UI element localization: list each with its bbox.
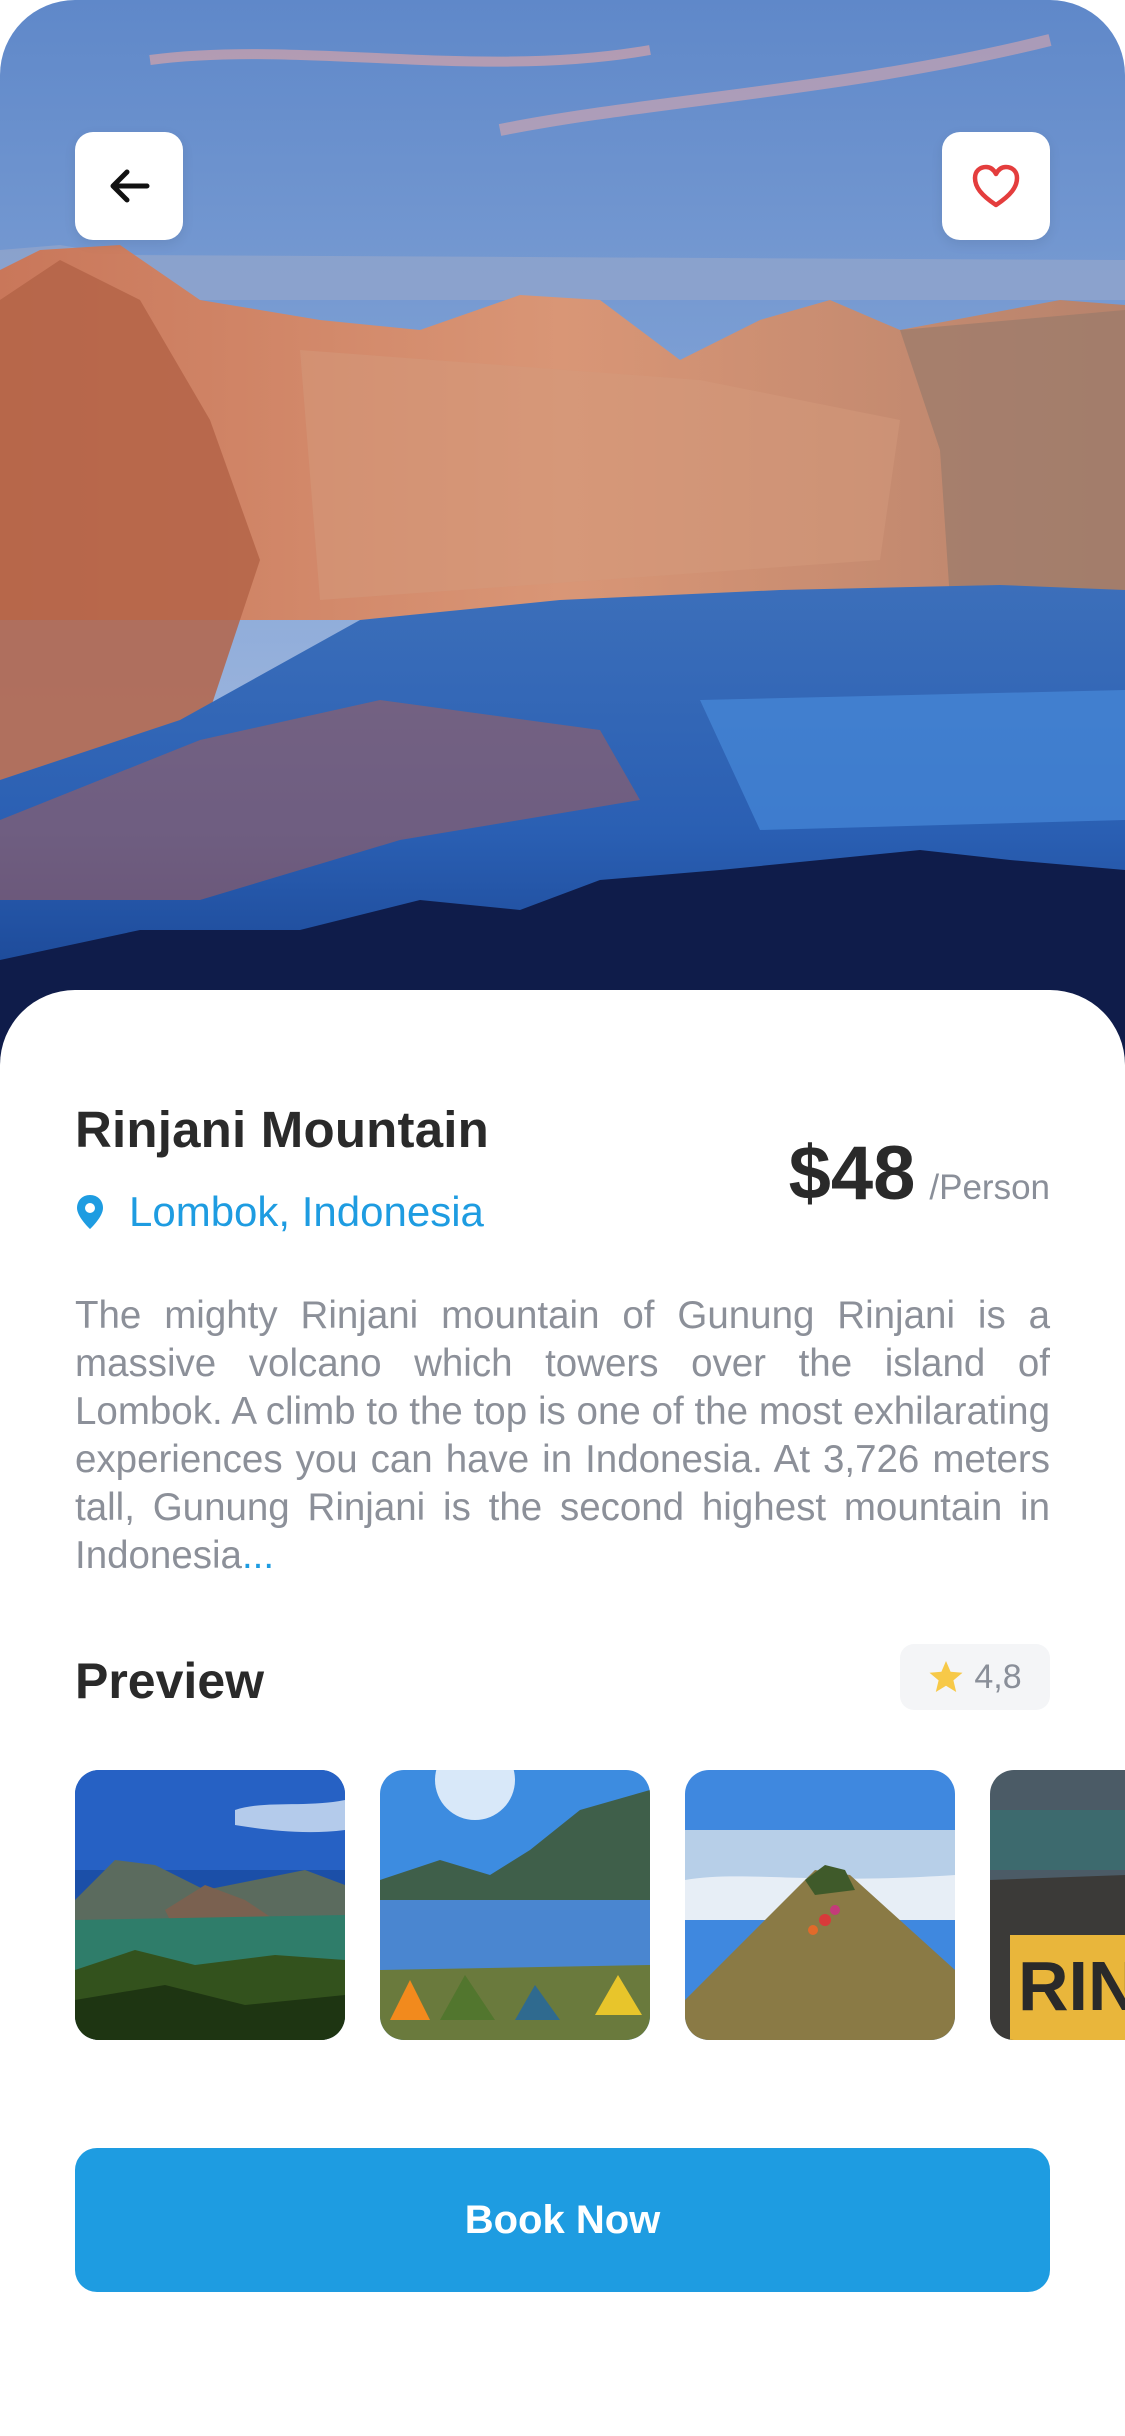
rating-badge: 4,8 xyxy=(900,1644,1050,1710)
svg-text:RINJ: RINJ xyxy=(1018,1947,1125,2025)
heart-icon xyxy=(972,164,1020,208)
place-title: Rinjani Mountain xyxy=(75,1101,489,1158)
map-pin-icon xyxy=(77,1195,103,1229)
price-value: $48 xyxy=(788,1131,916,1216)
favorite-button[interactable] xyxy=(942,132,1050,240)
preview-image-1[interactable] xyxy=(75,1770,345,2040)
star-icon xyxy=(929,1661,963,1692)
preview-image-4[interactable]: RINJ xyxy=(990,1770,1125,2040)
arrow-left-icon xyxy=(110,169,150,203)
book-now-button[interactable]: Book Now xyxy=(75,2148,1050,2292)
place-location: Lombok, Indonesia xyxy=(75,1188,484,1236)
description-text: The mighty Rinjani mountain of Gunung Ri… xyxy=(75,1294,1050,1577)
preview-heading: Preview xyxy=(75,1653,265,1709)
rating-value: 4,8 xyxy=(974,1657,1022,1696)
price-unit: /Person xyxy=(929,1168,1050,1207)
location-label: Lombok, Indonesia xyxy=(129,1188,484,1235)
preview-image-3[interactable] xyxy=(685,1770,955,2040)
place-description: The mighty Rinjani mountain of Gunung Ri… xyxy=(75,1292,1050,1580)
read-more-link[interactable]: ... xyxy=(242,1534,274,1577)
preview-image-2[interactable] xyxy=(380,1770,650,2040)
back-button[interactable] xyxy=(75,132,183,240)
price-block: $48 /Person xyxy=(789,1130,1050,1217)
preview-gallery[interactable]: RINJ xyxy=(75,1770,1125,2040)
